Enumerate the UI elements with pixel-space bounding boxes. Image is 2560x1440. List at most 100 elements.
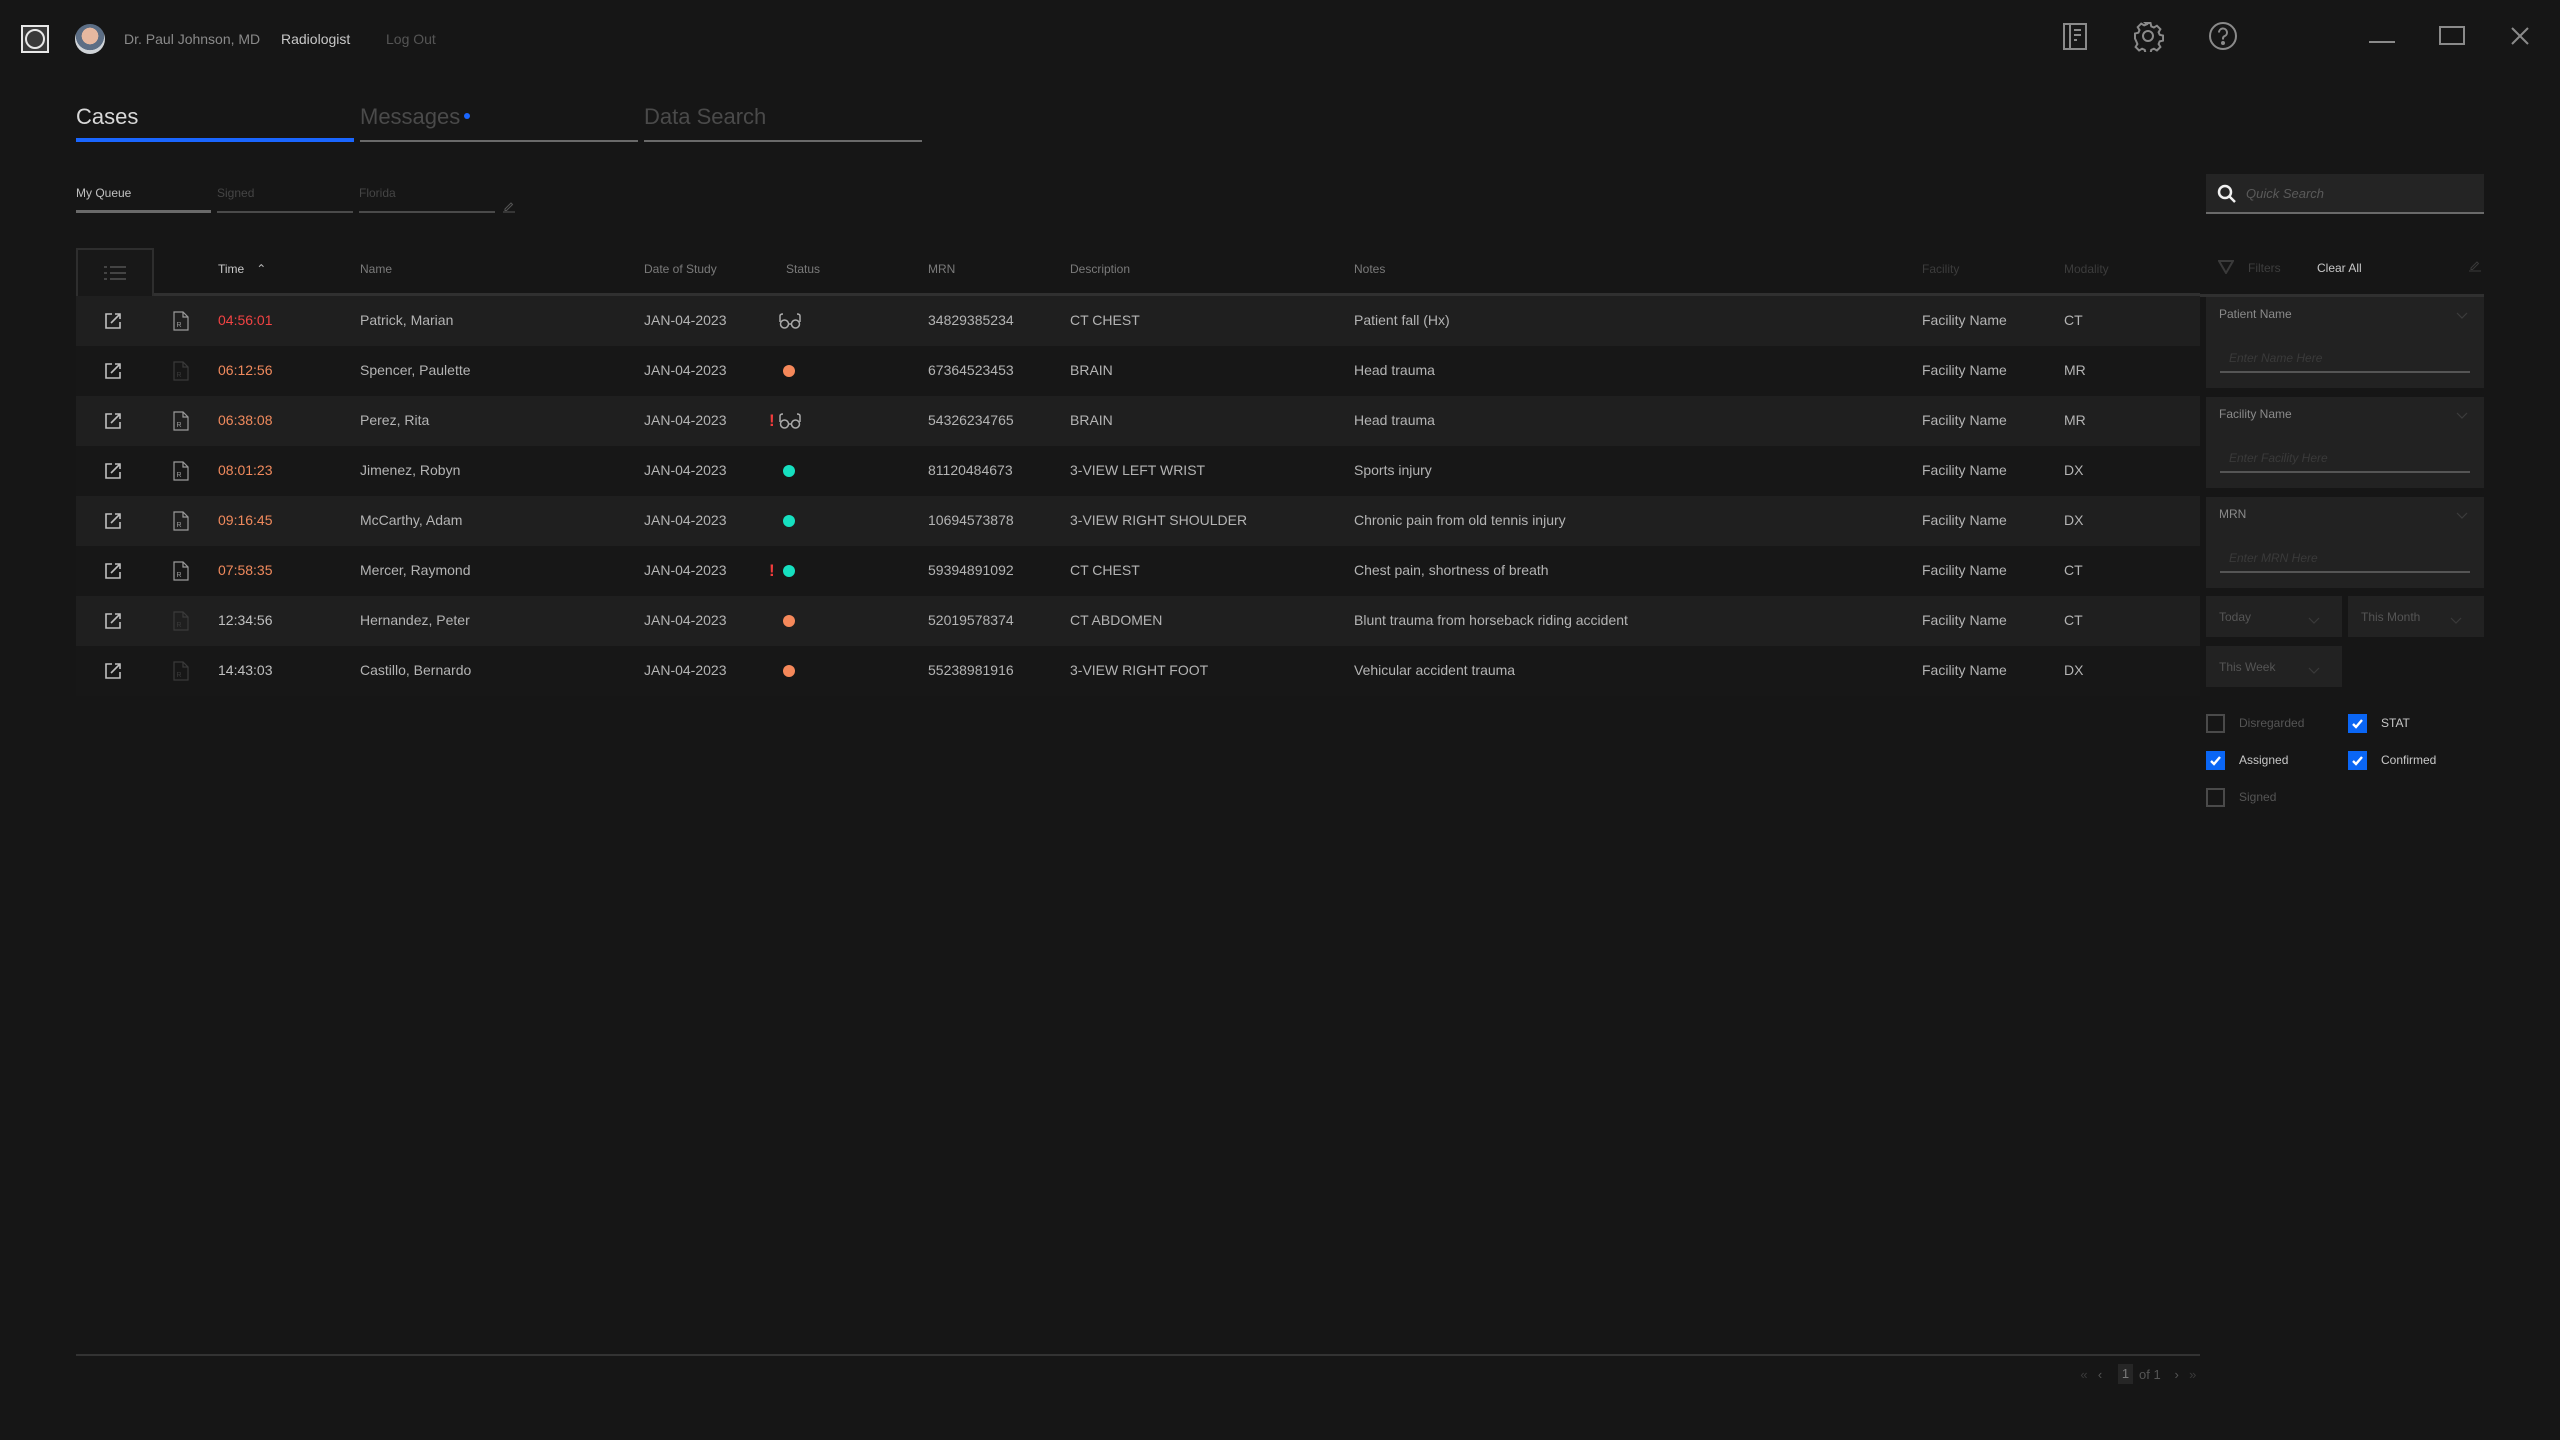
table-row[interactable]: R 09:16:45 McCarthy, Adam JAN-04-2023 106945… bbox=[76, 496, 2200, 546]
patient-name-input[interactable] bbox=[2220, 345, 2470, 373]
report-icon[interactable]: R bbox=[173, 661, 189, 681]
tab-messages[interactable]: Messages bbox=[360, 100, 638, 142]
date-dropdown-week[interactable]: This Week bbox=[2206, 646, 2342, 687]
cell-mrn: 55238981916 bbox=[928, 662, 1014, 678]
checkbox-stat[interactable]: STAT bbox=[2348, 713, 2410, 733]
column-header-status[interactable]: Status bbox=[786, 262, 820, 276]
svg-text:R: R bbox=[177, 322, 182, 329]
current-page[interactable]: 1 bbox=[2118, 1364, 2133, 1384]
cell-description: CT CHEST bbox=[1070, 562, 1140, 578]
cell-date: JAN-04-2023 bbox=[644, 412, 727, 428]
column-header-name[interactable]: Name bbox=[360, 262, 392, 276]
filters-header: Filters Clear All bbox=[2206, 258, 2484, 282]
checkbox-unchecked-icon[interactable] bbox=[2206, 713, 2225, 733]
first-page-icon[interactable]: « bbox=[2076, 1367, 2092, 1382]
status-dot-teal bbox=[783, 515, 795, 527]
report-icon[interactable]: R bbox=[173, 361, 189, 381]
checkbox-checked-icon[interactable] bbox=[2348, 750, 2367, 770]
table-row[interactable]: R 14:43:03 Castillo, Bernardo JAN-04-2023 55… bbox=[76, 646, 2200, 696]
checkbox-signed[interactable]: Signed bbox=[2206, 787, 2276, 807]
open-case-icon[interactable] bbox=[104, 612, 122, 630]
report-icon[interactable]: R bbox=[173, 511, 189, 531]
table-row[interactable]: R 06:12:56 Spencer, Paulette JAN-04-2023 673… bbox=[76, 346, 2200, 396]
report-icon[interactable]: R bbox=[173, 611, 189, 631]
column-header-mrn[interactable]: MRN bbox=[928, 262, 955, 276]
glasses-icon bbox=[779, 313, 801, 329]
column-header-date[interactable]: Date of Study bbox=[644, 262, 717, 276]
edit-filters-pencil-icon[interactable] bbox=[2468, 258, 2482, 272]
checkbox-unchecked-icon[interactable] bbox=[2206, 787, 2225, 807]
open-case-icon[interactable] bbox=[104, 562, 122, 580]
table-row[interactable]: R 04:56:01 Patrick, Marian JAN-04-2023 34829… bbox=[76, 296, 2200, 346]
user-avatar[interactable] bbox=[75, 24, 105, 54]
settings-gear-icon[interactable] bbox=[2132, 20, 2165, 55]
open-case-icon[interactable] bbox=[104, 512, 122, 530]
open-case-icon[interactable] bbox=[104, 462, 122, 480]
checkbox-checked-icon[interactable] bbox=[2206, 750, 2225, 770]
report-icon[interactable]: R bbox=[173, 461, 189, 481]
column-header-description[interactable]: Description bbox=[1070, 262, 1130, 276]
checkbox-assigned[interactable]: Assigned bbox=[2206, 750, 2288, 770]
previous-page-icon[interactable]: ‹ bbox=[2092, 1367, 2108, 1382]
cell-modality: MR bbox=[2064, 412, 2086, 428]
logout-link[interactable]: Log Out bbox=[386, 31, 436, 47]
open-case-icon[interactable] bbox=[104, 312, 122, 330]
open-case-icon[interactable] bbox=[104, 362, 122, 380]
tab-label: Messages bbox=[360, 104, 461, 129]
column-header-notes[interactable]: Notes bbox=[1354, 262, 1385, 276]
close-icon[interactable] bbox=[2504, 20, 2536, 52]
chevron-down-icon[interactable] bbox=[2456, 307, 2468, 319]
date-dropdown-today[interactable]: Today bbox=[2206, 596, 2342, 637]
cell-notes: Head trauma bbox=[1354, 412, 1435, 428]
cell-modality: DX bbox=[2064, 462, 2084, 478]
cell-name: Hernandez, Peter bbox=[360, 612, 470, 628]
user-role: Radiologist bbox=[281, 31, 351, 47]
help-icon[interactable] bbox=[2207, 20, 2239, 52]
cell-description: 3-VIEW RIGHT SHOULDER bbox=[1070, 512, 1248, 528]
report-icon[interactable]: R bbox=[173, 561, 189, 581]
mrn-input[interactable] bbox=[2220, 545, 2470, 573]
tab-data-search[interactable]: Data Search bbox=[644, 100, 922, 142]
cell-time: 07:58:35 bbox=[218, 562, 273, 578]
quick-search bbox=[2206, 174, 2484, 214]
column-settings-button[interactable] bbox=[76, 248, 154, 296]
column-header-facility[interactable]: Facility bbox=[1922, 262, 1959, 276]
subtab-signed[interactable]: Signed bbox=[217, 186, 353, 213]
last-page-icon[interactable]: » bbox=[2185, 1367, 2201, 1382]
cell-name: Perez, Rita bbox=[360, 412, 430, 428]
edit-pencil-icon[interactable] bbox=[502, 199, 516, 213]
maximize-icon[interactable] bbox=[2436, 20, 2468, 52]
column-header-modality[interactable]: Modality bbox=[2064, 262, 2109, 276]
chevron-down-icon[interactable] bbox=[2456, 507, 2468, 519]
checkbox-disregarded[interactable]: Disregarded bbox=[2206, 713, 2304, 733]
table-row[interactable]: R 12:34:56 Hernandez, Peter JAN-04-2023 5201… bbox=[76, 596, 2200, 646]
quick-search-input[interactable] bbox=[2246, 174, 2476, 212]
chevron-down-icon bbox=[2450, 612, 2462, 624]
sort-ascending-icon: ⌃ bbox=[256, 262, 267, 276]
dropdown-value: This Month bbox=[2361, 610, 2421, 624]
tab-cases[interactable]: Cases bbox=[76, 100, 354, 142]
cell-status bbox=[769, 660, 809, 682]
tab-underline bbox=[644, 140, 922, 142]
open-case-icon[interactable] bbox=[104, 412, 122, 430]
chevron-down-icon[interactable] bbox=[2456, 407, 2468, 419]
open-case-icon[interactable] bbox=[104, 662, 122, 680]
date-dropdown-month[interactable]: This Month bbox=[2348, 596, 2484, 637]
minimize-icon[interactable] bbox=[2366, 20, 2398, 52]
clear-all-button[interactable]: Clear All bbox=[2317, 261, 2362, 275]
table-row[interactable]: R 06:38:08 Perez, Rita JAN-04-2023! 54326234… bbox=[76, 396, 2200, 446]
table-row[interactable]: R 07:58:35 Mercer, Raymond JAN-04-2023! 5939… bbox=[76, 546, 2200, 596]
worklist-icon[interactable] bbox=[2059, 20, 2091, 52]
next-page-icon[interactable]: › bbox=[2169, 1367, 2185, 1382]
table-row[interactable]: R 08:01:23 Jimenez, Robyn JAN-04-2023 811204… bbox=[76, 446, 2200, 496]
column-header-time[interactable]: Time ⌃ bbox=[218, 262, 266, 276]
checkbox-confirmed[interactable]: Confirmed bbox=[2348, 750, 2436, 770]
subtab-my-queue[interactable]: My Queue bbox=[76, 186, 211, 213]
chevron-down-icon bbox=[2308, 662, 2320, 674]
report-icon[interactable]: R bbox=[173, 311, 189, 331]
report-icon[interactable]: R bbox=[173, 411, 189, 431]
facility-name-input[interactable] bbox=[2220, 445, 2470, 473]
subtab-label: My Queue bbox=[76, 186, 132, 200]
checkbox-checked-icon[interactable] bbox=[2348, 713, 2367, 733]
subtab-florida[interactable]: Florida bbox=[359, 186, 495, 213]
